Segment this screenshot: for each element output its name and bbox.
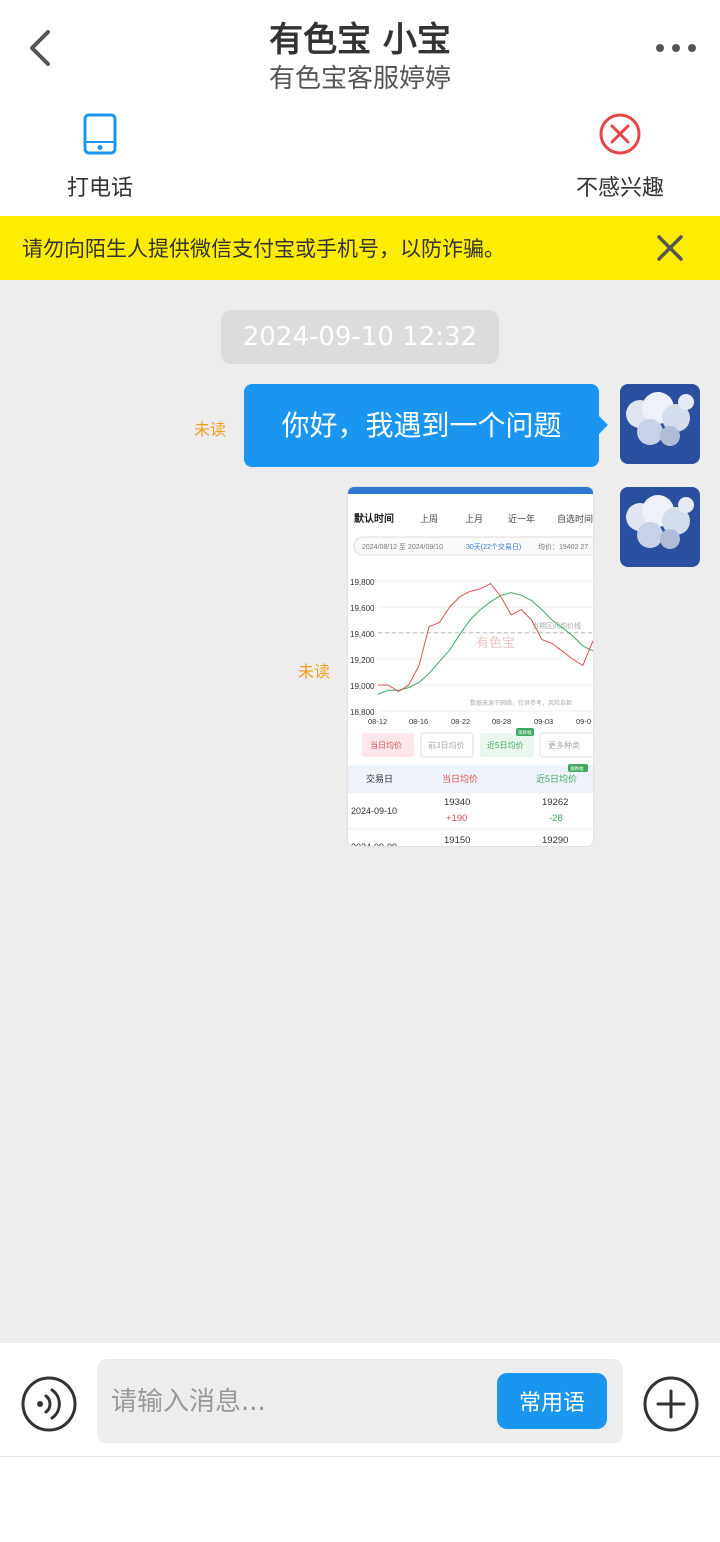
table-cell-avg5-change: -28: [549, 813, 563, 824]
x-tick: 08-12: [368, 717, 387, 726]
cloud-sky-image: [620, 487, 700, 567]
chat-header: 有色宝 小宝 有色宝客服婷婷 打电话 不感兴趣: [0, 0, 720, 216]
divider: [0, 1456, 720, 1457]
table-cell-date: 2024-09-10: [351, 806, 397, 816]
common-phrases-button[interactable]: 常用语: [497, 1373, 607, 1429]
cloud-sky-image: [620, 384, 700, 464]
phone-icon: [83, 113, 117, 155]
table-cell-price: 19150: [444, 835, 470, 846]
tab-custom-time: 自选时间: [557, 513, 593, 524]
screenshot-top-bar: [348, 487, 593, 494]
message-input-bar: 常用语: [0, 1343, 720, 1542]
y-tick: 19,200: [350, 656, 375, 665]
badge-label: 涨跌幅: [570, 765, 584, 772]
chat-title: 有色宝 小宝: [269, 20, 451, 60]
x-tick: 08-22: [451, 717, 470, 726]
image-message[interactable]: 默认时间 上周 上月 近一年 自选时间 2024/08/12 至 2024/09…: [348, 487, 593, 846]
date-range-days: 30天(22个交易日): [466, 542, 521, 551]
plus-circle-icon[interactable]: [642, 1375, 700, 1433]
x-tick: 09-0: [576, 717, 591, 726]
y-tick: 19,600: [350, 604, 375, 613]
badge-label: 涨跌幅: [518, 729, 532, 736]
price-tab-more-label: 更多种类: [548, 740, 580, 750]
price-tab-3day-label: 前3日均价: [428, 740, 464, 750]
x-tick: 08-28: [492, 717, 511, 726]
table-cell-date: 2024-09-09: [351, 842, 397, 846]
voice-icon[interactable]: [20, 1375, 78, 1433]
warning-text: 请勿向陌生人提供微信支付宝或手机号，以防诈骗。: [22, 237, 505, 261]
y-tick: 18,800: [350, 708, 375, 717]
not-interested-button[interactable]: 不感兴趣: [560, 112, 680, 208]
tab-last-week: 上周: [420, 514, 438, 524]
x-tick: 09-03: [534, 717, 553, 726]
table-cell-avg5: 19290: [542, 835, 568, 846]
table-cell-price: 19340: [444, 797, 470, 808]
message-bubble[interactable]: 你好，我遇到一个问题: [244, 384, 599, 467]
table-cell-avg5: 19262: [542, 797, 568, 808]
price-chart-screenshot: 默认时间 上周 上月 近一年 自选时间 2024/08/12 至 2024/09…: [348, 487, 593, 846]
table-header: 近5日均价: [536, 773, 577, 784]
y-tick: 19,000: [350, 682, 375, 691]
table-header: 交易日: [366, 773, 393, 784]
tab-last-year: 近一年: [508, 513, 535, 524]
chat-subtitle: 有色宝客服婷婷: [268, 64, 451, 94]
unread-status: 未读: [194, 420, 227, 439]
input-wrapper: 常用语: [97, 1359, 623, 1443]
close-icon[interactable]: [656, 234, 684, 262]
source-note: 数据来源于网络，仅供参考，风险自担: [470, 699, 572, 707]
price-tab-5day-label: 近5日均价: [487, 740, 523, 750]
message-input[interactable]: [109, 1379, 483, 1425]
tab-last-month: 上月: [465, 514, 483, 524]
more-dots-icon[interactable]: [654, 34, 698, 62]
y-tick: 19,400: [350, 630, 375, 639]
unread-status: 未读: [298, 662, 331, 681]
fraud-warning-banner: 请勿向陌生人提供微信支付宝或手机号，以防诈骗。: [0, 216, 720, 280]
x-tick: 08-16: [409, 717, 428, 726]
tab-default-time: 默认时间: [354, 512, 394, 525]
not-interested-label: 不感兴趣: [575, 176, 664, 201]
call-label: 打电话: [66, 176, 133, 201]
bubble-tail: [599, 416, 608, 434]
avatar[interactable]: [620, 487, 700, 567]
message-timestamp: 2024-09-10 12:32: [221, 310, 499, 364]
close-circle-icon: [599, 113, 641, 155]
date-range-text: 2024/08/12 至 2024/09/10: [362, 543, 443, 551]
avatar[interactable]: [620, 384, 700, 464]
price-tab-daily-label: 当日均价: [370, 740, 402, 750]
average-line-label: 当期区间均价线: [532, 621, 581, 630]
y-tick: 19,800: [350, 578, 375, 587]
average-price-text: 均价：19402 27: [538, 542, 588, 551]
table-header: 当日均价: [442, 773, 478, 784]
chart-x-ticks: 08-12 08-16 08-22 08-28 09-03 09-0: [368, 717, 591, 726]
watermark: 有色宝: [476, 635, 515, 650]
table-cell-change: +190: [446, 813, 467, 824]
call-button[interactable]: 打电话: [40, 112, 160, 208]
chart-y-ticks: 19,800 19,600 19,400 19,200 19,000 18,80…: [350, 578, 375, 717]
